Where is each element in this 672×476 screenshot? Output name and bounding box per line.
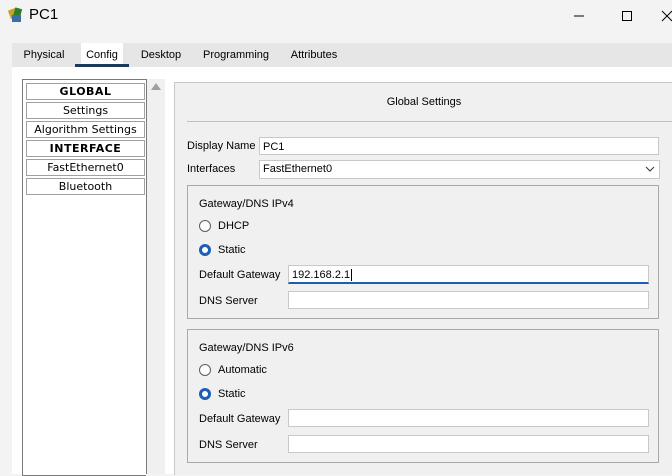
divider	[187, 121, 672, 122]
close-icon	[661, 10, 672, 21]
sidebar-item-bluetooth[interactable]: Bluetooth	[26, 178, 145, 195]
sidebar-item-algorithm-settings[interactable]: Algorithm Settings	[26, 121, 145, 138]
global-settings-panel: Global Settings Display Name PC1 Interfa…	[174, 82, 672, 475]
sidebar-item-fastethernet0[interactable]: FastEthernet0	[26, 159, 145, 176]
ipv6-automatic-label[interactable]: Automatic	[218, 364, 267, 376]
ipv4-static-label[interactable]: Static	[218, 244, 246, 256]
title-bar: PC1	[0, 0, 672, 31]
config-sidebar: GLOBAL Settings Algorithm Settings INTER…	[22, 79, 146, 476]
ipv6-dns-input[interactable]	[288, 435, 649, 453]
ipv6-static-label[interactable]: Static	[218, 388, 246, 400]
ipv6-automatic-radio[interactable]	[199, 364, 211, 376]
ipv6-static-radio[interactable]	[199, 388, 211, 400]
sidebar-header-interface: INTERFACE	[26, 140, 145, 157]
window-title: PC1	[29, 6, 59, 23]
ipv4-gateway-input[interactable]: 192.168.2.1	[288, 265, 649, 284]
ipv4-dns-input[interactable]	[288, 291, 649, 309]
tab-desktop[interactable]: Desktop	[136, 43, 186, 67]
ipv4-dhcp-label[interactable]: DHCP	[218, 220, 249, 232]
maximize-button[interactable]	[604, 0, 650, 31]
interfaces-label: Interfaces	[187, 163, 236, 175]
ipv6-dns-label: DNS Server	[199, 439, 258, 451]
tab-config[interactable]: Config	[75, 43, 129, 67]
scroll-up-icon[interactable]	[151, 83, 161, 90]
close-button[interactable]	[652, 0, 672, 31]
sidebar-scrollbar[interactable]	[146, 79, 165, 474]
tab-programming[interactable]: Programming	[198, 43, 274, 67]
display-name-label: Display Name	[187, 140, 256, 152]
sidebar-header-global: GLOBAL	[26, 83, 145, 100]
text-caret	[351, 269, 353, 282]
ipv4-gateway-value: 192.168.2.1	[292, 269, 351, 281]
ipv6-gateway-label: Default Gateway	[199, 413, 281, 425]
ipv4-group-title: Gateway/DNS IPv4	[199, 198, 294, 210]
sidebar-item-settings[interactable]: Settings	[26, 102, 145, 119]
ipv4-group: Gateway/DNS IPv4 DHCP Static Default Gat…	[187, 185, 659, 319]
ipv4-static-radio[interactable]	[199, 244, 211, 256]
interfaces-select[interactable]: FastEthernet0	[259, 160, 660, 179]
display-name-input[interactable]: PC1	[259, 137, 659, 155]
ipv6-gateway-input[interactable]	[288, 409, 649, 427]
ipv4-gateway-label: Default Gateway	[199, 269, 281, 281]
ipv6-group: Gateway/DNS IPv6 Automatic Static Defaul…	[187, 329, 659, 463]
ipv4-dns-label: DNS Server	[199, 295, 258, 307]
ipv4-dhcp-radio[interactable]	[199, 220, 211, 232]
tab-physical[interactable]: Physical	[16, 43, 72, 67]
tab-attributes[interactable]: Attributes	[285, 43, 343, 67]
interfaces-select-value: FastEthernet0	[263, 163, 333, 175]
minimize-button[interactable]	[556, 0, 602, 31]
global-settings-title: Global Settings	[386, 96, 462, 108]
chevron-down-icon	[645, 166, 655, 172]
pc-app-icon	[8, 7, 23, 22]
tab-bar: Physical Config Desktop Programming Attr…	[12, 43, 672, 67]
ipv6-group-title: Gateway/DNS IPv6	[199, 342, 294, 354]
minimize-icon	[574, 15, 584, 16]
maximize-icon	[622, 10, 632, 21]
